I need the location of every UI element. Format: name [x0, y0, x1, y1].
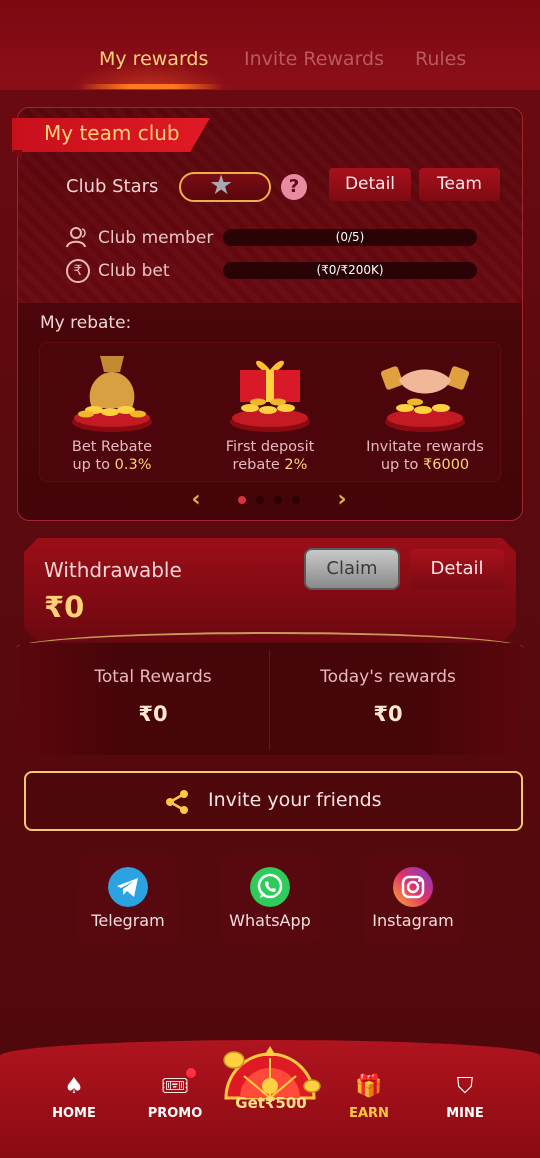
nav-mine-label: MINE — [446, 1106, 484, 1121]
club-member-progress: (0/5) — [223, 229, 477, 246]
share-instagram-button[interactable]: Instagram — [363, 853, 463, 943]
club-detail-button[interactable]: Detail — [329, 168, 411, 201]
help-icon[interactable]: ? — [281, 174, 307, 200]
nav-earn-label: EARN — [349, 1106, 389, 1121]
withdraw-detail-button[interactable]: Detail — [410, 549, 504, 589]
claim-button[interactable]: Claim — [304, 548, 400, 590]
rebate-item-desc: up to 0.3% — [72, 457, 152, 473]
club-bet-progress: (₹0/₹200K) — [223, 262, 477, 279]
rebate-item-title: First deposit — [225, 439, 315, 455]
carousel-dot[interactable] — [238, 496, 246, 504]
club-bet-progress-text: (₹0/₹200K) — [316, 263, 384, 277]
club-member-progress-text: (0/5) — [335, 230, 365, 244]
today-rewards-label: Today's rewards — [320, 667, 456, 687]
rebate-item-invite[interactable]: Invitate rewards up to ₹6000 — [350, 344, 500, 474]
whatsapp-label: WhatsApp — [229, 911, 311, 930]
rebate-item-title: Invitate rewards — [366, 439, 484, 455]
withdrawable-amount: ₹0 — [44, 590, 85, 624]
spade-icon: ♠ — [64, 1074, 84, 1099]
carousel-dot[interactable] — [292, 496, 300, 504]
rewards-divider — [269, 650, 270, 750]
gift-icon: 🎁 — [355, 1074, 383, 1099]
tab-rules[interactable]: Rules — [415, 48, 466, 70]
tab-invite-rewards[interactable]: Invite Rewards — [244, 48, 384, 70]
rebate-item-first-deposit[interactable]: First deposit rebate 2% — [195, 344, 345, 474]
club-member-label: Club member — [98, 228, 214, 248]
member-icon — [66, 227, 86, 248]
club-bet-label: Club bet — [98, 261, 170, 281]
money-bag-icon — [72, 356, 152, 432]
instagram-icon — [393, 867, 433, 907]
carousel-dot[interactable] — [256, 496, 264, 504]
total-rewards-label: Total Rewards — [94, 667, 212, 687]
club-team-button[interactable]: Team — [419, 168, 500, 201]
rebate-title: My rebate: — [40, 313, 132, 333]
rewards-summary — [20, 643, 520, 755]
instagram-label: Instagram — [372, 911, 454, 930]
withdrawable-label: Withdrawable — [44, 558, 182, 582]
nav-home-label: HOME — [52, 1106, 96, 1121]
gift-coins-icon — [230, 360, 310, 432]
share-whatsapp-button[interactable]: WhatsApp — [220, 853, 320, 943]
total-rewards-value: ₹0 — [138, 702, 168, 726]
promo-ticket-icon: 🎟 — [161, 1074, 189, 1099]
nav-promo-label: PROMO — [147, 1106, 203, 1121]
telegram-label: Telegram — [91, 911, 165, 930]
carousel-dot[interactable] — [274, 496, 282, 504]
nav-home[interactable]: ♠ HOME — [34, 1072, 114, 1121]
carousel-next-icon[interactable]: › — [332, 487, 352, 513]
club-stars-label: Club Stars — [66, 176, 159, 197]
nav-mine[interactable]: ⛉ MINE — [425, 1072, 505, 1121]
tab-my-rewards[interactable]: My rewards — [99, 48, 208, 70]
team-club-title: My team club — [44, 121, 180, 145]
share-icon — [166, 790, 188, 814]
rebate-item-title: Bet Rebate — [71, 439, 153, 455]
rupee-icon: ₹ — [66, 259, 90, 283]
carousel-prev-icon[interactable]: ‹ — [186, 487, 206, 513]
nav-promo[interactable]: 🎟 PROMO — [135, 1072, 215, 1121]
handshake-coins-icon — [380, 366, 470, 432]
today-rewards-value: ₹0 — [373, 702, 403, 726]
whatsapp-icon — [250, 867, 290, 907]
rebate-item-bet[interactable]: Bet Rebate up to 0.3% — [37, 344, 187, 474]
active-tab-indicator — [80, 84, 222, 89]
nav-earn[interactable]: 🎁 EARN — [329, 1072, 409, 1121]
star-icon: ★ — [209, 170, 234, 201]
get-bonus-label[interactable]: Get₹500 — [225, 1094, 317, 1112]
promo-notification-badge — [186, 1068, 196, 1078]
share-telegram-button[interactable]: Telegram — [78, 853, 178, 943]
telegram-icon — [108, 867, 148, 907]
rebate-item-desc: up to ₹6000 — [380, 457, 470, 473]
top-tabs: My rewards Invite Rewards Rules — [0, 0, 540, 90]
profile-icon: ⛉ — [456, 1074, 474, 1099]
invite-friends-label: Invite your friends — [208, 789, 382, 811]
rebate-item-desc: rebate 2% — [232, 457, 308, 473]
